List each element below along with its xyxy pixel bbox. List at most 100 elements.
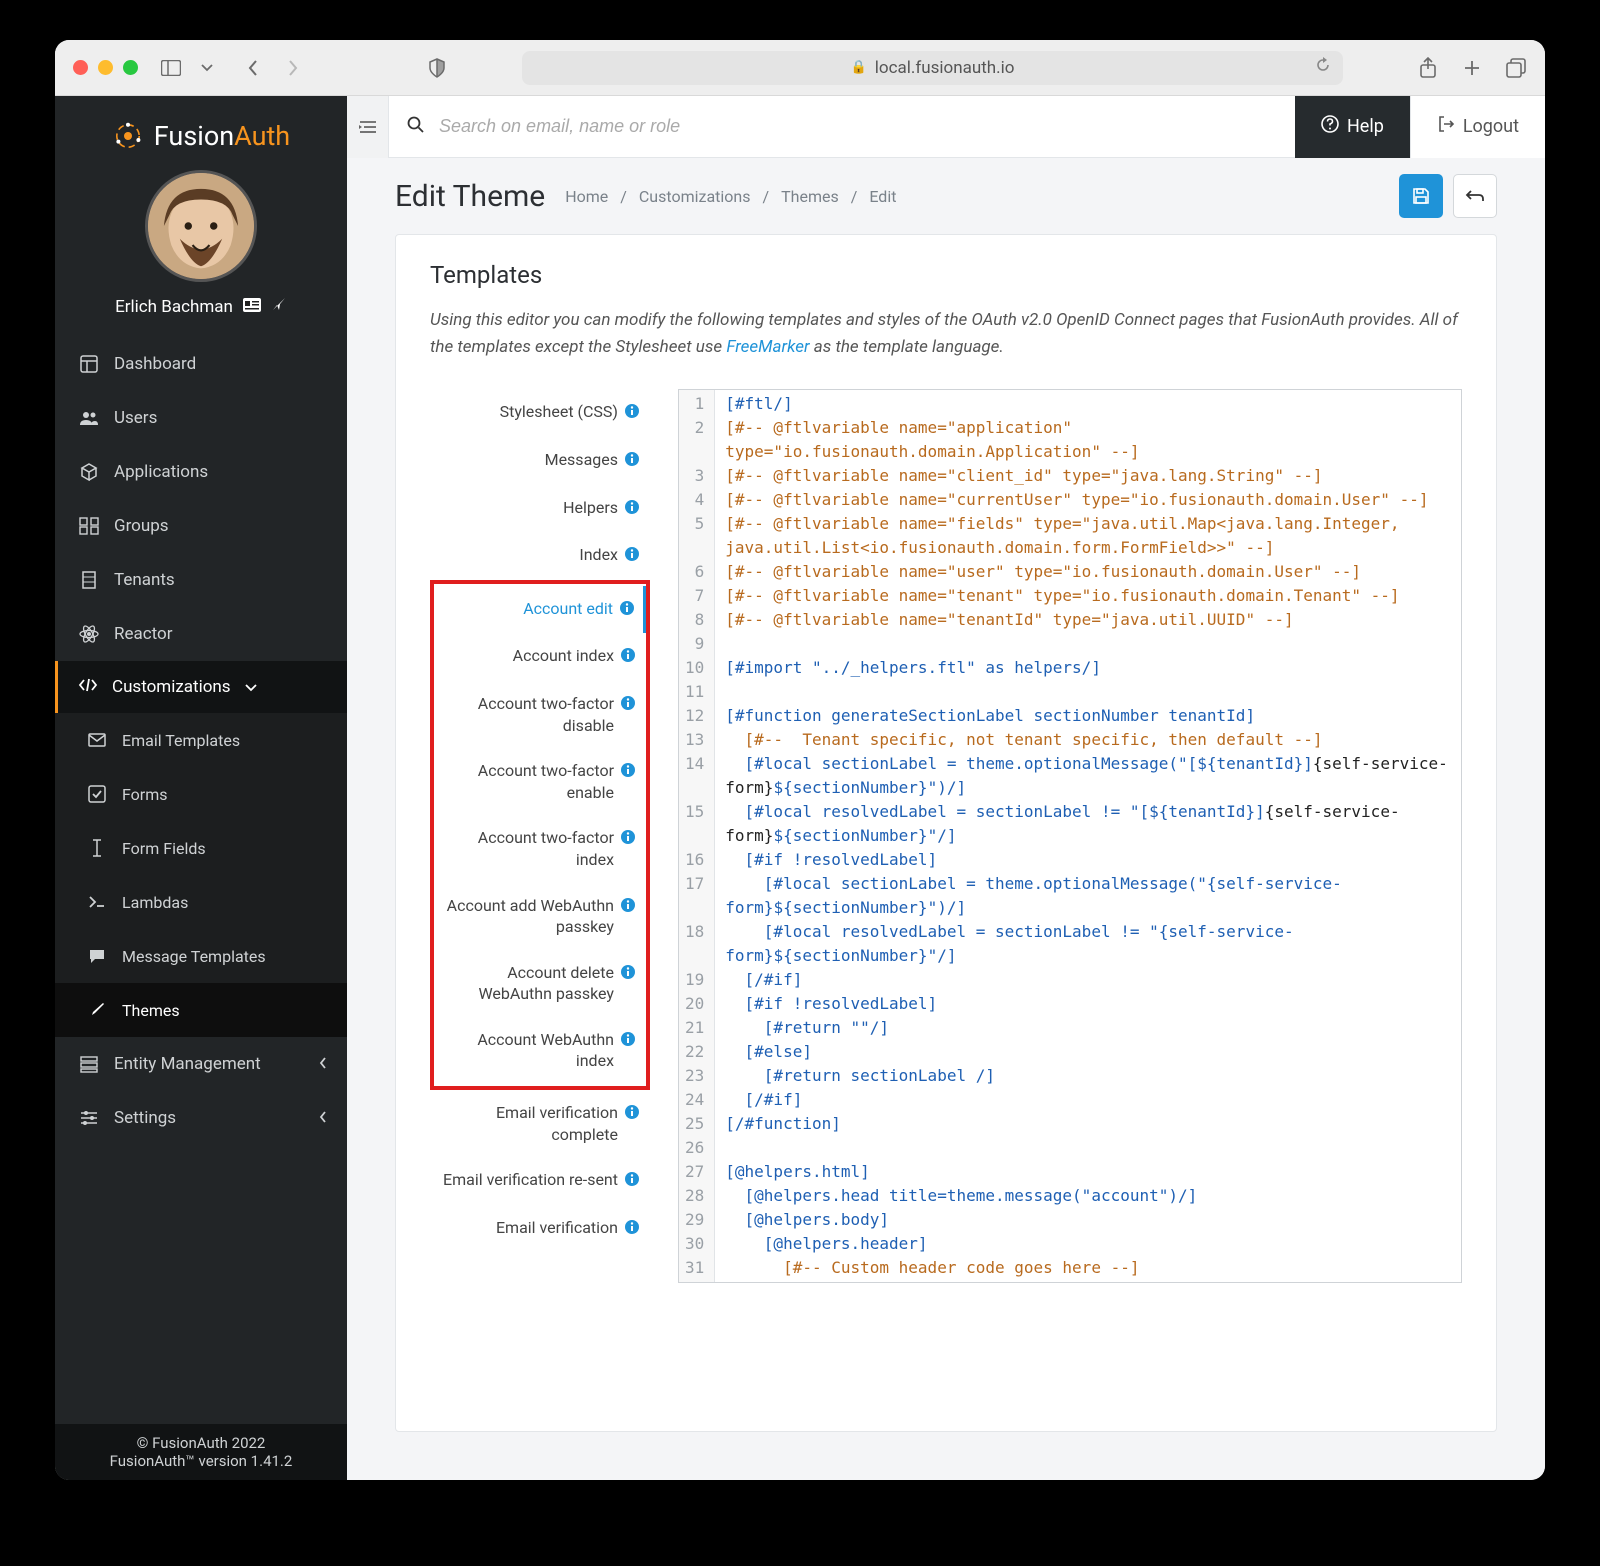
- sidebar-item-customizations[interactable]: Customizations: [55, 661, 347, 713]
- sidebar-item-entity-management[interactable]: Entity Management: [55, 1037, 347, 1091]
- template-label: Account add WebAuthn passkey: [438, 895, 614, 938]
- template-item[interactable]: Account add WebAuthn passkey: [434, 883, 646, 950]
- breadcrumb-item[interactable]: Home: [565, 187, 608, 206]
- logout-label: Logout: [1463, 116, 1519, 137]
- sidebar-item-applications[interactable]: Applications: [55, 445, 347, 499]
- template-item[interactable]: Email verification: [430, 1205, 650, 1253]
- sidebar-sub-message-templates[interactable]: Message Templates: [55, 929, 347, 983]
- sidebar-sub-themes[interactable]: Themes: [55, 983, 347, 1037]
- breadcrumb-item[interactable]: Customizations: [639, 187, 751, 206]
- template-label: Account edit: [523, 598, 613, 620]
- reload-icon[interactable]: [1315, 57, 1331, 78]
- back-icon[interactable]: [242, 57, 264, 79]
- breadcrumb-item[interactable]: Themes: [781, 187, 839, 206]
- location-icon[interactable]: [271, 296, 287, 317]
- search-wrapper: [389, 116, 1295, 138]
- tabs-icon[interactable]: [1505, 57, 1527, 79]
- nav-label: Entity Management: [114, 1054, 261, 1074]
- logout-button[interactable]: Logout: [1410, 96, 1545, 158]
- template-item[interactable]: Account two-factor index: [434, 815, 646, 882]
- content-panel: Templates Using this editor you can modi…: [395, 234, 1497, 1432]
- info-icon[interactable]: [620, 897, 636, 919]
- mac-window: 🔒 local.fusionauth.io: [55, 40, 1545, 1480]
- intro-text: Using this editor you can modify the fol…: [430, 307, 1462, 361]
- brand-part-a: Fusion: [154, 120, 234, 152]
- template-item[interactable]: Helpers: [430, 485, 650, 533]
- code-editor[interactable]: 1234567891011121314151617181920212223242…: [678, 389, 1462, 1283]
- info-icon[interactable]: [624, 451, 640, 473]
- nav-label: Forms: [122, 785, 168, 804]
- template-item[interactable]: Email verification re-sent: [430, 1157, 650, 1205]
- info-icon[interactable]: [620, 964, 636, 986]
- template-item[interactable]: Account index: [434, 633, 646, 681]
- search-input[interactable]: [439, 116, 1277, 137]
- window-close-button[interactable]: [73, 60, 88, 75]
- template-item[interactable]: Index: [430, 532, 650, 580]
- card-icon[interactable]: [243, 297, 261, 317]
- plus-icon[interactable]: [1461, 57, 1483, 79]
- info-icon[interactable]: [620, 647, 636, 669]
- envelope-icon: [86, 729, 108, 751]
- save-button[interactable]: [1399, 174, 1443, 218]
- sidebar-sub-lambdas[interactable]: Lambdas: [55, 875, 347, 929]
- cube-icon: [78, 461, 100, 483]
- info-icon[interactable]: [620, 1031, 636, 1053]
- sidebar-toggle-icon[interactable]: [160, 57, 182, 79]
- info-icon[interactable]: [624, 499, 640, 521]
- help-button[interactable]: Help: [1295, 96, 1410, 158]
- terminal-icon: [86, 891, 108, 913]
- template-label: Email verification: [496, 1217, 618, 1239]
- info-icon[interactable]: [620, 695, 636, 717]
- nav-label: Users: [114, 408, 157, 428]
- sidebar-item-settings[interactable]: Settings: [55, 1091, 347, 1145]
- code-content[interactable]: [#ftl/][#-- @ftlvariable name="applicati…: [715, 390, 1461, 1282]
- info-icon[interactable]: [619, 600, 635, 622]
- template-label: Helpers: [563, 497, 618, 519]
- sidebar-sub-form-fields[interactable]: Form Fields: [55, 821, 347, 875]
- info-icon[interactable]: [620, 829, 636, 851]
- url-bar[interactable]: 🔒 local.fusionauth.io: [522, 51, 1343, 85]
- sidebar-sub-forms[interactable]: Forms: [55, 767, 347, 821]
- template-item[interactable]: Account two-factor enable: [434, 748, 646, 815]
- template-item[interactable]: Account delete WebAuthn passkey: [434, 950, 646, 1017]
- info-icon[interactable]: [624, 1219, 640, 1241]
- question-icon: [1321, 115, 1339, 138]
- forward-icon[interactable]: [282, 57, 304, 79]
- freemarker-link[interactable]: FreeMarker: [726, 337, 809, 357]
- template-item[interactable]: Messages: [430, 437, 650, 485]
- template-label: Email verification complete: [434, 1102, 618, 1145]
- sidebar-item-groups[interactable]: Groups: [55, 499, 347, 553]
- window-maximize-button[interactable]: [123, 60, 138, 75]
- logo-icon: [112, 120, 144, 152]
- template-label: Account two-factor index: [438, 827, 614, 870]
- collapse-sidebar-button[interactable]: [347, 96, 389, 158]
- sidebar-sub-email-templates[interactable]: Email Templates: [55, 713, 347, 767]
- chevron-left-icon: [319, 1054, 327, 1074]
- app-frame: FusionAuth Erlich Bachman: [55, 96, 1545, 1480]
- highlighted-templates: Account editAccount indexAccount two-fac…: [430, 580, 650, 1090]
- topbar: Help Logout: [347, 96, 1545, 158]
- share-icon[interactable]: [1417, 57, 1439, 79]
- avatar[interactable]: [145, 170, 257, 282]
- sidebar-item-tenants[interactable]: Tenants: [55, 553, 347, 607]
- window-minimize-button[interactable]: [98, 60, 113, 75]
- sidebar-item-users[interactable]: Users: [55, 391, 347, 445]
- template-item[interactable]: Stylesheet (CSS): [430, 389, 650, 437]
- template-item[interactable]: Email verification complete: [430, 1090, 650, 1157]
- template-item[interactable]: Account edit: [434, 586, 646, 634]
- info-icon[interactable]: [624, 546, 640, 568]
- sidebar-item-reactor[interactable]: Reactor: [55, 607, 347, 661]
- chevron-down-icon[interactable]: [196, 57, 218, 79]
- info-icon[interactable]: [624, 1171, 640, 1193]
- nav-label: Message Templates: [122, 947, 266, 966]
- info-icon[interactable]: [624, 1104, 640, 1126]
- brand-logo[interactable]: FusionAuth: [55, 120, 347, 152]
- info-icon[interactable]: [624, 403, 640, 425]
- template-item[interactable]: Account WebAuthn index: [434, 1017, 646, 1084]
- brand-part-b: Auth: [234, 120, 290, 152]
- undo-button[interactable]: [1453, 174, 1497, 218]
- template-item[interactable]: Account two-factor disable: [434, 681, 646, 748]
- info-icon[interactable]: [620, 762, 636, 784]
- shield-icon[interactable]: [426, 57, 448, 79]
- sidebar-item-dashboard[interactable]: Dashboard: [55, 337, 347, 391]
